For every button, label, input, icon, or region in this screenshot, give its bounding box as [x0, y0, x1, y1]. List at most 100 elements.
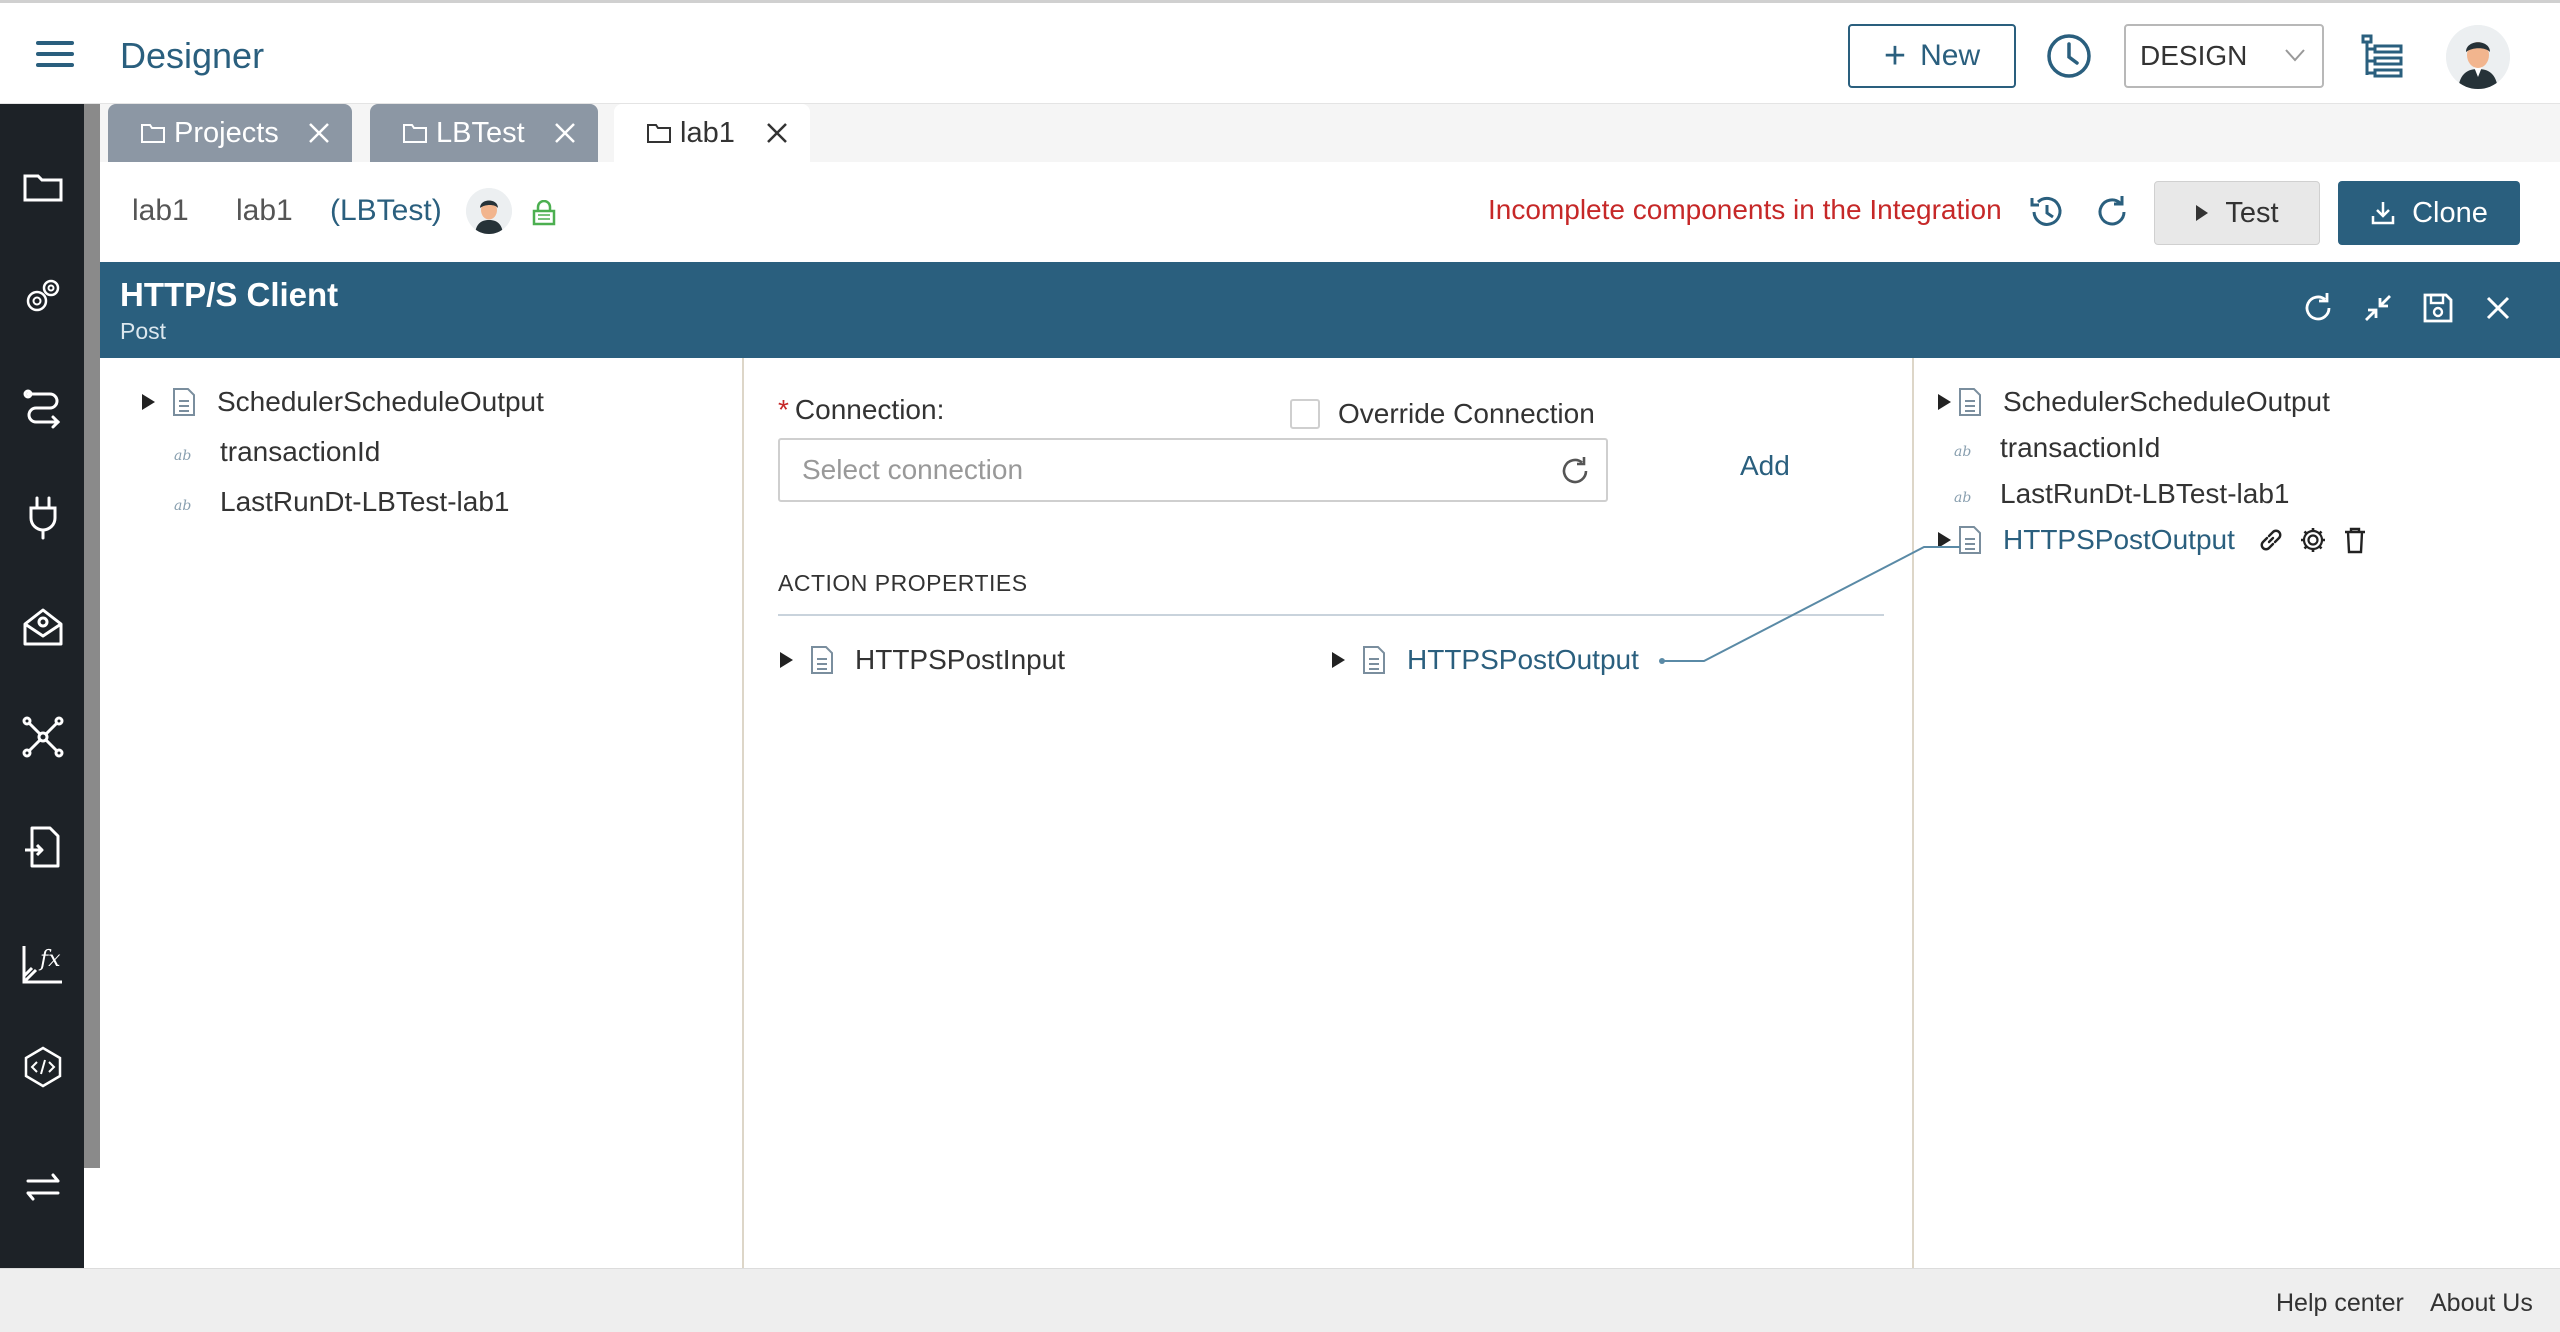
- tree-node[interactable]: HTTPSPostOutput: [1938, 524, 2235, 556]
- sidebar-scrollbar[interactable]: [84, 104, 100, 1168]
- plug-icon[interactable]: [20, 494, 66, 540]
- document-icon: [811, 646, 833, 674]
- tree-node[interactable]: SchedulerScheduleOutput: [142, 386, 544, 418]
- trash-icon[interactable]: [2340, 525, 2370, 555]
- connection-label-colon: :: [936, 394, 945, 425]
- connection-select[interactable]: Select connection: [778, 438, 1608, 502]
- test-button[interactable]: Test: [2154, 181, 2320, 245]
- checkbox[interactable]: [1290, 399, 1320, 429]
- plus-icon: +: [1883, 35, 1907, 77]
- tree-node-label: transactionId: [220, 436, 381, 467]
- expand-icon[interactable]: [780, 652, 793, 668]
- network-icon[interactable]: [20, 714, 66, 760]
- refresh-icon[interactable]: [1558, 454, 1592, 488]
- override-connection-checkbox[interactable]: Override Connection: [1290, 398, 1595, 430]
- folder-icon[interactable]: [20, 164, 66, 210]
- about-us-link[interactable]: About Us: [2430, 1289, 2533, 1318]
- document-icon: [1959, 526, 1981, 554]
- minimize-icon[interactable]: [2360, 290, 2396, 326]
- app-title: Designer: [120, 35, 265, 76]
- tree-node[interactable]: ab transactionId: [174, 436, 380, 468]
- tree-node-label: HTTPSPostOutput: [2003, 524, 2235, 555]
- close-icon[interactable]: [766, 122, 788, 144]
- refresh-icon[interactable]: [2092, 192, 2132, 232]
- document-icon: [1363, 646, 1385, 674]
- refresh-icon[interactable]: [2300, 290, 2336, 326]
- footer: Help center About Us: [0, 1268, 2560, 1332]
- tree-node[interactable]: SchedulerScheduleOutput: [1938, 386, 2330, 418]
- clone-button-label: Clone: [2412, 196, 2488, 229]
- expand-icon[interactable]: [142, 394, 155, 410]
- tree-node[interactable]: HTTPSPostOutput: [1332, 644, 1639, 676]
- new-button-label: New: [1920, 39, 1981, 72]
- play-icon: [2196, 205, 2209, 221]
- download-icon: [2371, 202, 2395, 225]
- tree-list-icon[interactable]: [2360, 33, 2404, 81]
- override-connection-label: Override Connection: [1338, 398, 1595, 429]
- gears-icon[interactable]: [20, 274, 66, 320]
- panel-subtitle: Post: [120, 318, 167, 344]
- save-icon[interactable]: [2420, 290, 2456, 326]
- component-panel-header: HTTP/S Client Post: [100, 262, 2560, 358]
- test-button-label: Test: [2225, 196, 2279, 229]
- tree-node-label: transactionId: [2000, 432, 2161, 463]
- folder-icon: [141, 124, 165, 143]
- user-avatar[interactable]: [2446, 25, 2510, 89]
- history-clock-icon[interactable]: [2046, 33, 2092, 79]
- inbox-icon[interactable]: [20, 604, 66, 650]
- top-header: Designer + New DESIGN: [0, 0, 2560, 104]
- tree-node-label: LastRunDt-LBTest-lab1: [2000, 478, 2290, 509]
- tree-node[interactable]: HTTPSPostInput: [780, 644, 1065, 676]
- link-icon[interactable]: [2256, 525, 2286, 555]
- tab-lbtest[interactable]: LBTest: [370, 104, 598, 162]
- folder-icon: [403, 124, 427, 143]
- history-icon[interactable]: [2026, 192, 2066, 232]
- settings-gear-icon[interactable]: [2298, 525, 2328, 555]
- connection-label-text: Connection: [794, 394, 937, 425]
- tree-node-label: SchedulerScheduleOutput: [2003, 386, 2330, 417]
- file-transfer-icon[interactable]: [20, 824, 66, 870]
- clone-button[interactable]: Clone: [2338, 181, 2520, 245]
- new-button[interactable]: + New: [1848, 24, 2016, 88]
- component-config-panel: * Connection: Override Connection Select …: [746, 358, 1914, 1268]
- tree-node-label: SchedulerScheduleOutput: [217, 386, 544, 417]
- integration-version: lab1: [236, 194, 293, 227]
- tree-node[interactable]: ab transactionId: [1954, 432, 2160, 464]
- string-field-icon: ab: [174, 448, 192, 464]
- flow-icon[interactable]: [20, 384, 66, 430]
- help-center-link[interactable]: Help center: [2276, 1289, 2404, 1318]
- tab-bar: Projects LBTest lab1: [100, 104, 2560, 162]
- tab-label: lab1: [680, 116, 735, 149]
- divider: [778, 614, 1884, 616]
- expand-icon[interactable]: [1332, 652, 1345, 668]
- project-link[interactable]: (LBTest): [330, 194, 442, 228]
- tree-node[interactable]: ab LastRunDt-LBTest-lab1: [1954, 478, 2289, 510]
- tab-projects[interactable]: Projects: [108, 104, 352, 162]
- close-icon[interactable]: [554, 122, 576, 144]
- tab-lab1[interactable]: lab1: [614, 104, 810, 162]
- string-field-icon: ab: [174, 498, 192, 514]
- close-icon[interactable]: [308, 122, 330, 144]
- output-schema-panel: SchedulerScheduleOutput ab transactionId…: [1916, 358, 2560, 1268]
- menu-icon[interactable]: [36, 41, 74, 69]
- left-nav-sidebar: fx: [0, 104, 84, 1268]
- tree-node-label: HTTPSPostOutput: [1407, 644, 1639, 675]
- connection-label: * Connection:: [778, 394, 944, 426]
- lock-icon: [532, 200, 556, 226]
- mapping-actions: [2256, 525, 2370, 555]
- add-connection-link[interactable]: Add: [1740, 450, 1790, 482]
- close-icon[interactable]: [2480, 290, 2516, 326]
- folder-icon: [647, 124, 671, 143]
- expand-icon[interactable]: [1938, 532, 1951, 548]
- svg-text:fx: fx: [38, 947, 61, 972]
- input-schema-panel: SchedulerScheduleOutput ab transactionId…: [100, 358, 744, 1268]
- swap-icon[interactable]: [20, 1164, 66, 1210]
- function-icon[interactable]: fx: [20, 940, 66, 986]
- mode-select[interactable]: DESIGN: [2124, 24, 2324, 88]
- mode-select-value: DESIGN: [2140, 40, 2248, 71]
- expand-icon[interactable]: [1938, 394, 1951, 410]
- required-marker: *: [778, 394, 789, 425]
- code-hex-icon[interactable]: [20, 1044, 66, 1090]
- tree-node[interactable]: ab LastRunDt-LBTest-lab1: [174, 486, 509, 518]
- string-field-icon: ab: [1954, 444, 1972, 460]
